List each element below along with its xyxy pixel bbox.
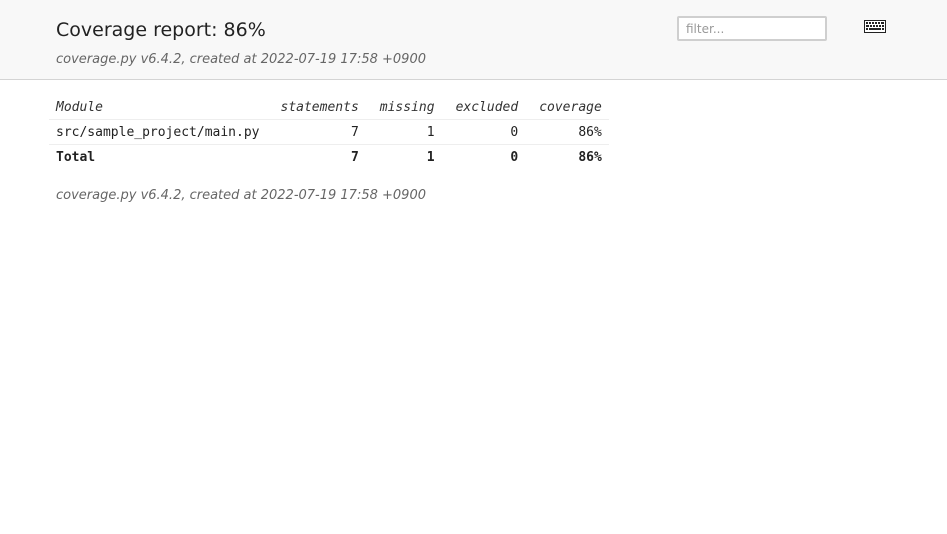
table-header-row: Module statements missing excluded cover…	[49, 95, 609, 120]
total-excluded: 0	[441, 144, 526, 169]
filter-input[interactable]	[677, 16, 827, 41]
coverage-table: Module statements missing excluded cover…	[49, 95, 609, 169]
footer-created-info: coverage.py v6.4.2, created at 2022-07-1…	[56, 188, 426, 203]
keyboard-icon[interactable]	[864, 20, 886, 33]
total-coverage: 86%	[525, 144, 609, 169]
total-label: Total	[49, 144, 267, 169]
module-link[interactable]: src/sample_project/main.py	[56, 125, 260, 140]
column-header-module[interactable]: Module	[49, 95, 267, 120]
page-title: Coverage report: 86%	[56, 19, 266, 41]
total-row: Total 7 1 0 86%	[49, 144, 609, 169]
total-statements: 7	[266, 144, 366, 169]
module-cell: src/sample_project/main.py	[49, 119, 267, 145]
total-missing: 1	[365, 144, 442, 169]
column-header-coverage[interactable]: coverage	[525, 95, 609, 120]
column-header-excluded[interactable]: excluded	[442, 95, 526, 120]
created-info: coverage.py v6.4.2, created at 2022-07-1…	[56, 52, 426, 67]
statements-cell: 7	[266, 119, 366, 145]
column-header-statements[interactable]: statements	[267, 95, 366, 120]
missing-cell: 1	[365, 119, 442, 145]
table-row: src/sample_project/main.py 7 1 0 86%	[49, 119, 609, 145]
excluded-cell: 0	[441, 119, 526, 145]
report-header: Coverage report: 86% coverage.py v6.4.2,…	[0, 0, 947, 80]
coverage-cell: 86%	[525, 119, 609, 145]
column-header-missing[interactable]: missing	[366, 95, 442, 120]
